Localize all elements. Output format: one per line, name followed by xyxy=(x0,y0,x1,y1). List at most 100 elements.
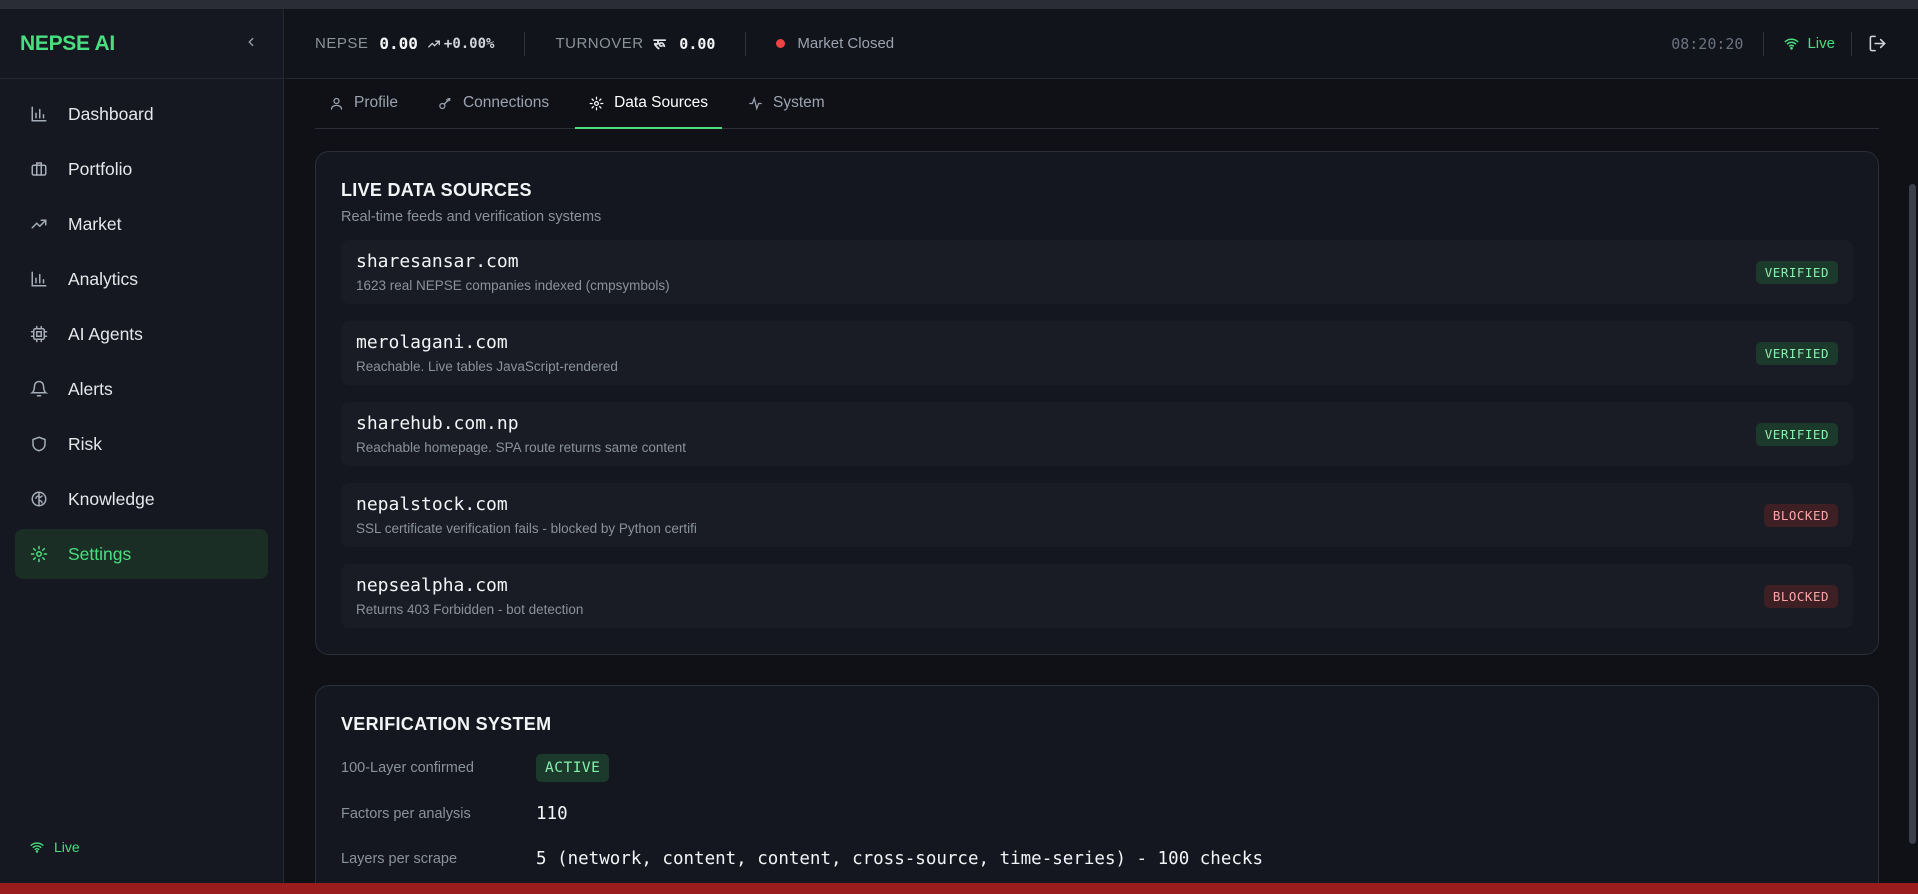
sidebar-item-analytics[interactable]: Analytics xyxy=(15,254,268,304)
brand-logo: NEPSE AI xyxy=(20,31,115,55)
brand-bar: NEPSE AI xyxy=(0,9,283,79)
source-description: Reachable. Live tables JavaScript-render… xyxy=(356,359,618,374)
settings-tabs: Profile Connections Data Sources System xyxy=(315,79,1879,129)
status-badge: ACTIVE xyxy=(536,754,610,782)
sidebar-item-market[interactable]: Market xyxy=(15,199,268,249)
wifi-icon xyxy=(1784,38,1799,50)
status-badge: VERIFIED xyxy=(1755,341,1838,365)
trend-arrow-icon xyxy=(426,37,442,51)
list-item: merolagani.com Reachable. Live tables Ja… xyxy=(341,321,1853,385)
app-frame: NEPSE AI Dashboard Portfolio Market Anal… xyxy=(0,9,1918,894)
live-label: Live xyxy=(1807,35,1835,52)
taskbar-strip xyxy=(0,883,1918,894)
list-item: nepalstock.com SSL certificate verificat… xyxy=(341,483,1853,547)
shield-icon xyxy=(29,434,49,454)
brain-icon xyxy=(29,489,49,509)
bell-icon xyxy=(29,379,49,399)
sidebar-item-label: Analytics xyxy=(68,268,139,289)
tab-profile[interactable]: Profile xyxy=(315,78,412,128)
market-status-text: Market Closed xyxy=(797,35,895,52)
verification-system-card: VERIFICATION SYSTEM 100-Layer confirmed … xyxy=(315,685,1879,894)
section-subtitle: Real-time feeds and verification systems xyxy=(341,209,602,225)
sidebar-item-label: Settings xyxy=(68,543,132,564)
row-label: Layers per scrape xyxy=(341,851,458,867)
top-header: NEPSE 0.00 +0.00% TURNOVER रू 0.00 Marke… xyxy=(285,9,1918,79)
sidebar-item-label: Risk xyxy=(68,433,103,454)
key-icon xyxy=(438,96,453,111)
list-item: sharesansar.com 1623 real NEPSE companie… xyxy=(341,240,1853,304)
source-name: nepalstock.com xyxy=(356,494,508,515)
tab-system[interactable]: System xyxy=(734,78,839,128)
turnover: TURNOVER रू 0.00 xyxy=(525,9,745,78)
logout-button[interactable] xyxy=(1868,34,1887,53)
nepse-label: NEPSE xyxy=(315,35,369,52)
sidebar-item-label: Dashboard xyxy=(68,103,154,124)
rupee-icon: रू xyxy=(653,35,666,53)
row-value: 5 (network, content, content, cross-sour… xyxy=(536,849,1263,869)
sidebar-item-alerts[interactable]: Alerts xyxy=(15,364,268,414)
market-status: Market Closed xyxy=(746,9,894,78)
wifi-icon xyxy=(30,842,44,853)
tab-connections[interactable]: Connections xyxy=(424,78,563,128)
live-data-sources-card: LIVE DATA SOURCES Real-time feeds and ve… xyxy=(315,151,1879,655)
source-name: sharesansar.com xyxy=(356,251,519,272)
sidebar-item-portfolio[interactable]: Portfolio xyxy=(15,144,268,194)
nepse-value: 0.00 xyxy=(379,34,418,53)
sidebar-item-dashboard[interactable]: Dashboard xyxy=(15,89,268,139)
nepse-change: +0.00% xyxy=(443,35,495,52)
status-badge: VERIFIED xyxy=(1755,422,1838,446)
header-divider xyxy=(1763,31,1765,56)
tab-label: Connections xyxy=(462,94,550,111)
row-value: 110 xyxy=(536,804,568,824)
source-name: nepsealpha.com xyxy=(356,575,508,596)
source-list: sharesansar.com 1623 real NEPSE companie… xyxy=(341,240,1853,628)
sidebar-item-label: Portfolio xyxy=(68,158,133,179)
gear-icon xyxy=(589,96,604,111)
tab-data-sources[interactable]: Data Sources xyxy=(575,78,722,129)
user-icon xyxy=(329,96,344,111)
connection-status: Live xyxy=(30,839,80,855)
status-badge: BLOCKED xyxy=(1763,584,1838,608)
turnover-value: 0.00 xyxy=(679,34,716,53)
sidebar-item-knowledge[interactable]: Knowledge xyxy=(15,474,268,524)
live-indicator[interactable]: Live xyxy=(1784,35,1835,52)
source-name: sharehub.com.np xyxy=(356,413,519,434)
cpu-icon xyxy=(29,324,49,344)
source-description: Reachable homepage. SPA route returns sa… xyxy=(356,440,686,455)
verification-row: Factors per analysis 110 xyxy=(341,804,568,824)
turnover-label: TURNOVER xyxy=(555,35,644,52)
sidebar-item-settings[interactable]: Settings xyxy=(15,529,268,579)
gear-icon xyxy=(29,544,49,564)
source-name: merolagani.com xyxy=(356,332,508,353)
status-badge: BLOCKED xyxy=(1763,503,1838,527)
sidebar-item-label: Alerts xyxy=(68,378,113,399)
chevron-left-icon xyxy=(248,37,254,47)
tab-label: Data Sources xyxy=(614,94,709,111)
row-label: Factors per analysis xyxy=(341,806,471,822)
row-label: 100-Layer confirmed xyxy=(341,760,474,776)
verification-row: Layers per scrape 5 (network, content, c… xyxy=(341,849,1263,869)
sidebar-item-label: AI Agents xyxy=(68,323,143,344)
clock: 08:20:20 xyxy=(1671,34,1744,53)
status-badge: VERIFIED xyxy=(1755,260,1838,284)
status-dot-icon xyxy=(776,39,786,48)
page-scrollbar[interactable] xyxy=(1909,184,1916,844)
sidebar: NEPSE AI Dashboard Portfolio Market Anal… xyxy=(0,9,284,883)
source-description: SSL certificate verification fails - blo… xyxy=(356,521,697,536)
briefcase-icon xyxy=(29,159,49,179)
sidebar-item-risk[interactable]: Risk xyxy=(15,419,268,469)
source-description: Returns 403 Forbidden - bot detection xyxy=(356,602,584,617)
source-description: 1623 real NEPSE companies indexed (cmpsy… xyxy=(356,278,670,293)
section-title: LIVE DATA SOURCES xyxy=(341,180,532,200)
header-divider xyxy=(1851,31,1852,56)
bar-chart-icon xyxy=(29,269,49,289)
collapse-sidebar-button[interactable] xyxy=(239,33,263,54)
sidebar-item-ai-agents[interactable]: AI Agents xyxy=(15,309,268,359)
tab-label: Profile xyxy=(354,94,398,111)
nepse-index: NEPSE 0.00 +0.00% xyxy=(285,9,524,78)
sidebar-nav: Dashboard Portfolio Market Analytics AI … xyxy=(0,79,283,594)
verification-row: 100-Layer confirmed ACTIVE xyxy=(341,754,610,782)
logout-icon xyxy=(1869,35,1886,52)
window-top-strip xyxy=(0,0,1918,9)
sidebar-item-label: Knowledge xyxy=(68,488,155,509)
